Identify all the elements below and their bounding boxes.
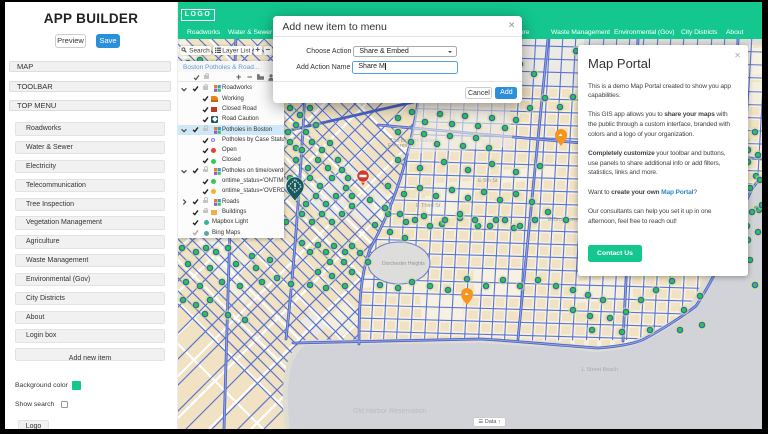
svg-text:L Street Beach: L Street Beach: [582, 367, 618, 373]
svg-text:E Third St: E Third St: [416, 203, 441, 209]
svg-text:Old Harbor Reservation: Old Harbor Reservation: [353, 408, 427, 415]
svg-text:E 5th St: E 5th St: [478, 178, 498, 184]
svg-text:Dorchester Heights: Dorchester Heights: [382, 261, 425, 267]
